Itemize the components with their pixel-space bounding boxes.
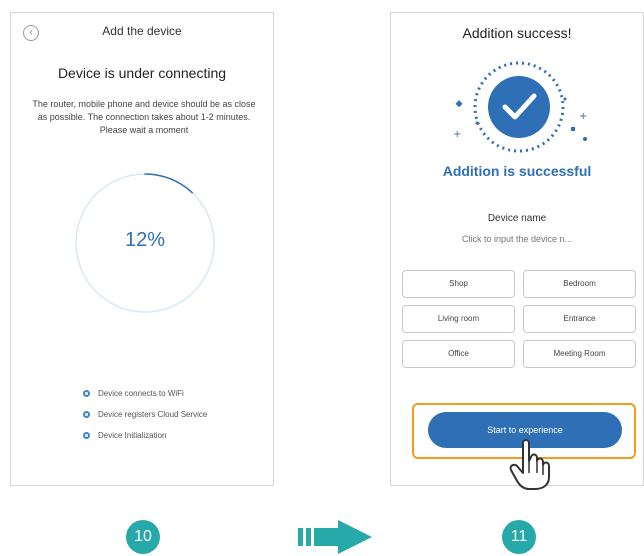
right-arrow-icon bbox=[298, 520, 372, 554]
room-option-office[interactable]: Office bbox=[402, 340, 515, 368]
step-number-10: 10 bbox=[126, 520, 160, 554]
checkmark-icon: + + bbox=[453, 61, 587, 153]
step-item: Device Initialization bbox=[83, 425, 207, 446]
step-dot-icon bbox=[83, 390, 90, 397]
connecting-screen: ‹ Add the device Device is under connect… bbox=[10, 12, 274, 486]
step-item: Device connects to WiFi bbox=[83, 383, 207, 404]
room-option-meeting-room[interactable]: Meeting Room bbox=[523, 340, 636, 368]
connection-steps: Device connects to WiFi Device registers… bbox=[83, 383, 207, 446]
progress-ring: 12% bbox=[73, 171, 217, 315]
step-label: Device registers Cloud Service bbox=[98, 410, 208, 419]
step-label: Device connects to WiFi bbox=[98, 389, 184, 398]
success-message: Addition is successful bbox=[442, 163, 592, 179]
success-badge: + + bbox=[445, 57, 593, 157]
room-option-bedroom[interactable]: Bedroom bbox=[523, 270, 636, 298]
progress-percent: 12% bbox=[124, 229, 166, 251]
step-label: Device Initialization bbox=[98, 431, 167, 440]
device-name-label: Device name bbox=[487, 213, 547, 224]
step-number-11: 11 bbox=[502, 520, 536, 554]
connecting-description: The router, mobile phone and device shou… bbox=[32, 99, 256, 135]
room-option-living-room[interactable]: Living room bbox=[402, 305, 515, 333]
success-screen: Addition success! + + Addition is succes… bbox=[390, 12, 644, 490]
header-title: Add the device bbox=[102, 24, 182, 38]
room-option-entrance[interactable]: Entrance bbox=[523, 305, 636, 333]
svg-text:+: + bbox=[453, 129, 461, 140]
device-name-input[interactable] bbox=[411, 233, 623, 245]
step-item: Device registers Cloud Service bbox=[83, 404, 207, 425]
pointer-hand-icon bbox=[509, 439, 550, 490]
connecting-heading: Device is under connecting bbox=[57, 65, 227, 81]
step-dot-icon bbox=[83, 432, 90, 439]
step-dot-icon bbox=[83, 411, 90, 418]
room-option-shop[interactable]: Shop bbox=[402, 270, 515, 298]
svg-text:+: + bbox=[579, 111, 587, 122]
success-title: Addition success! bbox=[462, 25, 572, 41]
